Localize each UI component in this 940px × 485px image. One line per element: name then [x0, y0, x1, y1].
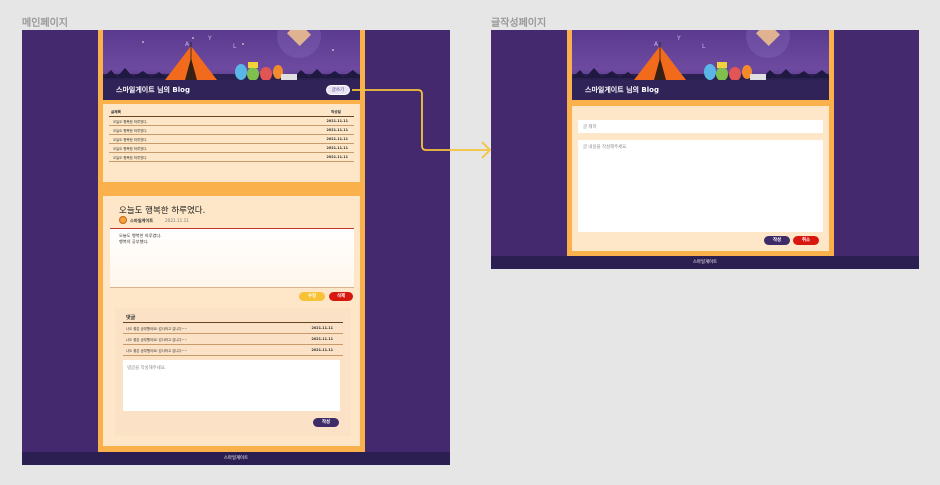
comment-section-title: 댓글 — [126, 315, 136, 321]
comment-text: 나도 좋은 공부했어요! 감사하고 갑니다~~ — [126, 327, 188, 331]
post-detail-panel: 오늘도 행복한 하루였다. 스마일게이트 2021.11.11 오늘도 행복한 … — [103, 196, 360, 446]
row-title: 오늘도 행복한 하루였다. — [113, 120, 148, 124]
table-row[interactable]: 오늘도 행복한 하루였다. 2021.11.11 — [109, 136, 354, 144]
page-footer: 스마일게이트 — [22, 452, 450, 465]
svg-text:L: L — [702, 43, 706, 50]
navigation-flow-arrow — [352, 89, 492, 159]
post-body: 오늘도 행복한 하루였다. 행복의 공부했다. — [110, 228, 354, 288]
post-title: 오늘도 행복한 하루였다. — [119, 206, 206, 216]
write-page-frame-title: 글작성페이지 — [491, 18, 547, 29]
comment-text: 나도 좋은 공부했어요! 감사하고 갑니다~~ — [126, 349, 188, 353]
table-row[interactable]: 오늘도 행복한 하루였다. 2021.11.11 — [109, 145, 354, 153]
svg-text:Y: Y — [676, 35, 681, 42]
comment-section: 댓글 나도 좋은 공부했어요! 감사하고 갑니다~~ 2021.11.11 나도… — [115, 308, 351, 436]
edit-button[interactable]: 수정 — [299, 292, 325, 301]
comment-date: 2021.11.11 — [311, 348, 333, 352]
comment-row: 나도 좋은 공부했어요! 감사하고 갑니다~~ 2021.11.11 — [123, 324, 343, 334]
table-row[interactable]: 오늘도 행복한 하루였다. 2021.11.11 — [109, 154, 354, 162]
row-title: 오늘도 행복한 하루였다. — [113, 138, 148, 142]
comment-divider — [123, 322, 343, 323]
cancel-button[interactable]: 취소 — [793, 236, 819, 245]
comment-text: 나도 좋은 공부했어요! 감사하고 갑니다~~ — [126, 338, 188, 342]
blog-title: 스마일게이트 님의 Blog — [585, 86, 659, 94]
blog-container: A Y L 스마일게이트 님의 Blog 글쓰기 글제목 작성일 오늘도 행복한… — [98, 30, 365, 452]
post-submit-button[interactable]: 작성 — [764, 236, 790, 245]
post-title-input[interactable]: 글 제목 — [578, 120, 823, 133]
comment-row: 나도 좋은 공부했어요! 감사하고 갑니다~~ 2021.11.11 — [123, 335, 343, 345]
write-page-frame: A Y L 스마일게이트 님의 Blog 글 제목 글 내용을 작성해주세요. … — [491, 30, 919, 269]
svg-text:A: A — [654, 41, 659, 48]
comment-submit-button[interactable]: 작성 — [313, 418, 339, 427]
author-avatar — [119, 216, 127, 224]
table-row[interactable]: 오늘도 행복한 하루였다. 2021.11.11 — [109, 127, 354, 135]
post-body-line: 행복의 공부했다. — [119, 238, 149, 244]
write-blog-container: A Y L 스마일게이트 님의 Blog 글 제목 글 내용을 작성해주세요. … — [567, 30, 834, 256]
comment-input[interactable]: 댓글을 작성해주세요. — [123, 360, 340, 411]
svg-text:Y: Y — [207, 35, 212, 42]
page-footer: 스마일게이트 — [491, 256, 919, 269]
table-header-divider — [109, 116, 354, 117]
post-list-panel: 글제목 작성일 오늘도 행복한 하루였다. 2021.11.11 오늘도 행복한… — [103, 104, 360, 182]
main-page-frame-title: 메인페이지 — [22, 18, 68, 29]
row-title: 오늘도 행복한 하루였다. — [113, 147, 148, 151]
comment-date: 2021.11.11 — [311, 326, 333, 330]
table-row[interactable]: 오늘도 행복한 하루였다. 2021.11.11 — [109, 118, 354, 126]
row-title: 오늘도 행복한 하루였다. — [113, 156, 148, 160]
column-header-title: 글제목 — [111, 110, 121, 114]
write-form-panel: 글 제목 글 내용을 작성해주세요. 작성 취소 — [572, 106, 829, 251]
delete-button[interactable]: 삭제 — [329, 292, 353, 301]
post-body-input[interactable]: 글 내용을 작성해주세요. — [578, 140, 823, 232]
svg-text:L: L — [233, 43, 237, 50]
post-author: 스마일게이트 — [130, 218, 154, 223]
blog-title: 스마일게이트 님의 Blog — [116, 86, 190, 94]
svg-text:A: A — [185, 41, 190, 48]
post-date: 2021.11.11 — [165, 218, 189, 223]
comment-date: 2021.11.11 — [311, 337, 333, 341]
comment-row: 나도 좋은 공부했어요! 감사하고 갑니다~~ 2021.11.11 — [123, 346, 343, 356]
row-title: 오늘도 행복한 하루였다. — [113, 129, 148, 133]
